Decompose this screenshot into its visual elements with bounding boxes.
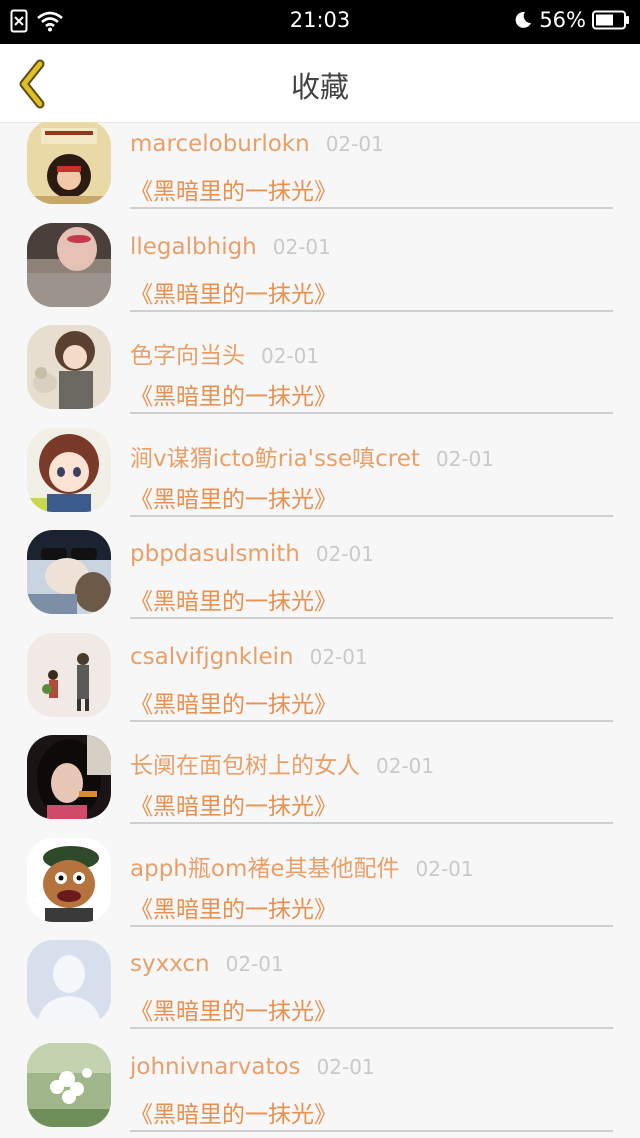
- username[interactable]: llegalbhigh 02-01: [130, 234, 331, 260]
- avatar[interactable]: [27, 530, 111, 614]
- list-item[interactable]: 涧v谋猬icto鲂ria'sse嗔cret 02-01 《黑暗里的一抹光》: [0, 410, 640, 517]
- date-label: 02-01: [415, 856, 474, 881]
- avatar[interactable]: [27, 1042, 111, 1127]
- book-title-link[interactable]: 《黑暗里的一抹光》: [130, 685, 337, 719]
- book-title-link[interactable]: 《黑暗里的一抹光》: [130, 582, 337, 616]
- username[interactable]: 涧v谋猬icto鲂ria'sse嗔cret 02-01: [130, 439, 494, 473]
- avatar[interactable]: [27, 632, 111, 717]
- book-title-link[interactable]: 《黑暗里的一抹光》: [130, 1095, 337, 1129]
- book-title-link[interactable]: 《黑暗里的一抹光》: [130, 275, 337, 309]
- book-title-link[interactable]: 《黑暗里的一抹光》: [130, 480, 337, 514]
- default-avatar[interactable]: [27, 940, 111, 1024]
- date-label: 02-01: [272, 234, 331, 259]
- divider: [130, 1129, 613, 1132]
- username[interactable]: johnivnarvatos 02-01: [130, 1054, 375, 1080]
- status-right-icons: 56%: [513, 8, 630, 32]
- username[interactable]: 色字向当头 02-01: [130, 336, 319, 370]
- list-item[interactable]: johnivnarvatos 02-01 《黑暗里的一抹光》: [0, 1025, 640, 1132]
- date-label: 02-01: [316, 1054, 375, 1079]
- book-title-link[interactable]: 《黑暗里的一抹光》: [130, 172, 337, 206]
- avatar[interactable]: [27, 122, 111, 204]
- list-item[interactable]: marceloburlokn 02-01 《黑暗里的一抹光》: [0, 122, 640, 209]
- username[interactable]: 长阒在面包树上的女人 02-01: [130, 746, 434, 780]
- battery-percent: 56%: [539, 8, 586, 32]
- date-label: 02-01: [315, 542, 374, 566]
- page-title: 收藏: [290, 70, 349, 104]
- book-title-link[interactable]: 《黑暗里的一抹光》: [130, 377, 337, 411]
- list-item[interactable]: csalvifjgnklein 02-01 《黑暗里的一抹光》: [0, 615, 640, 722]
- date-label: 02-01: [225, 952, 284, 976]
- list-item[interactable]: 色字向当头 02-01 《黑暗里的一抹光》: [0, 307, 640, 414]
- date-label: 02-01: [435, 446, 495, 471]
- date-label: 02-01: [325, 132, 384, 156]
- list-item[interactable]: apph瓶om褚e其基他配件 02-01 《黑暗里的一抹光》: [0, 820, 640, 927]
- username[interactable]: pbpdasulsmith 02-01: [130, 541, 374, 567]
- list-item[interactable]: 长阒在面包树上的女人 02-01 《黑暗里的一抹光》: [0, 717, 640, 824]
- avatar[interactable]: [27, 735, 111, 819]
- favorites-list[interactable]: marceloburlokn 02-01 《黑暗里的一抹光》 llegalbhig…: [0, 122, 640, 1138]
- avatar[interactable]: [27, 222, 111, 307]
- date-label: 02-01: [376, 754, 435, 778]
- username[interactable]: apph瓶om褚e其基他配件 02-01: [130, 849, 474, 883]
- list-item[interactable]: llegalbhigh 02-01 《黑暗里的一抹光》: [0, 205, 640, 312]
- avatar[interactable]: [27, 837, 111, 922]
- status-bar: 21:03 56%: [0, 0, 640, 44]
- avatar[interactable]: [27, 427, 111, 512]
- book-title-link[interactable]: 《黑暗里的一抹光》: [130, 890, 337, 924]
- navigation-bar: 收藏: [0, 44, 640, 123]
- avatar[interactable]: [27, 325, 111, 409]
- username[interactable]: csalvifjgnklein 02-01: [130, 644, 368, 670]
- date-label: 02-01: [261, 344, 320, 368]
- username[interactable]: marceloburlokn 02-01: [130, 131, 384, 157]
- list-item[interactable]: pbpdasulsmith 02-01 《黑暗里的一抹光》: [0, 512, 640, 619]
- book-title-link[interactable]: 《黑暗里的一抹光》: [130, 992, 337, 1026]
- list-item[interactable]: syxxcn 02-01 《黑暗里的一抹光》: [0, 922, 640, 1029]
- moon-icon: [515, 11, 532, 28]
- username[interactable]: syxxcn 02-01: [130, 951, 284, 977]
- book-title-link[interactable]: 《黑暗里的一抹光》: [130, 787, 337, 821]
- battery-icon: [592, 10, 629, 30]
- date-label: 02-01: [309, 644, 368, 669]
